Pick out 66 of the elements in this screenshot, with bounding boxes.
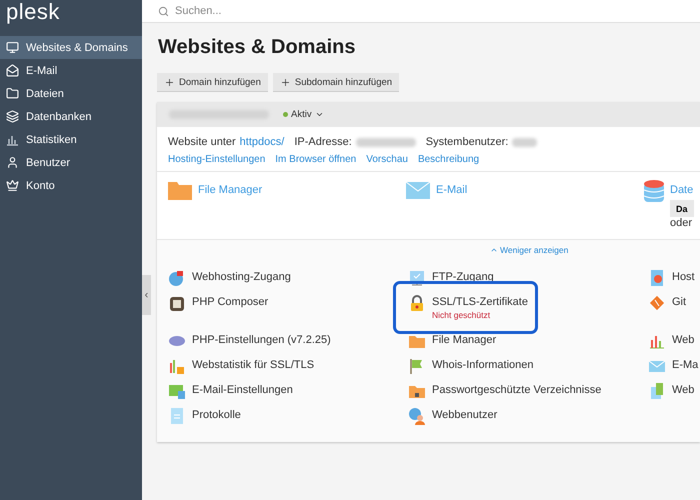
folder-icon (168, 180, 192, 200)
collapse-handle[interactable]: ‹ (142, 275, 151, 315)
sidebar-item[interactable]: Websites & Domains (0, 36, 142, 59)
logo: plesk (5, 0, 61, 26)
document-icon (648, 382, 666, 400)
add-button[interactable]: Domain hinzufügen (157, 73, 268, 92)
status-dropdown[interactable]: Aktiv (283, 109, 324, 120)
tool-link[interactable]: Webhosting-Zugang (192, 271, 291, 283)
monitor-icon (408, 269, 426, 287)
tool-link[interactable]: Passwortgeschützte Verzeichnisse (432, 384, 602, 396)
tool-link[interactable]: Host (672, 271, 695, 283)
info-label: Website unter (168, 136, 236, 148)
tool-link[interactable]: Webstatistik für SSL/TLS (192, 359, 314, 371)
tool-link[interactable]: SSL/TLS-Zertifikate (432, 296, 528, 308)
search-icon (158, 6, 169, 16)
tool-link[interactable]: Whois-Informationen (432, 359, 534, 371)
blurred-value (356, 138, 416, 146)
info-label: Systembenutzer: (426, 136, 508, 148)
database-button[interactable]: Da (670, 200, 694, 217)
tool-link[interactable]: PHP Composer (192, 296, 268, 308)
tool-link[interactable]: Protokolle (192, 409, 241, 421)
database-icon (644, 180, 664, 204)
warning-text: Nicht geschützt (432, 310, 492, 320)
tool-link[interactable]: Web (672, 384, 694, 396)
tool-link[interactable]: E-Ma (672, 359, 698, 371)
sidebar-item[interactable]: Konto (0, 174, 142, 197)
bar-chart-icon (168, 357, 186, 375)
info-label: IP-Adresse: (294, 136, 352, 148)
tool-link[interactable]: Webbenutzer (432, 409, 498, 421)
action-link[interactable]: Im Browser öffnen (275, 154, 356, 165)
sidebar-item[interactable]: Benutzer (0, 151, 142, 174)
search-field[interactable]: Suchen... (142, 0, 700, 23)
plus-icon (164, 76, 175, 88)
docroot-link[interactable]: httpdocs/ (240, 136, 284, 148)
sidebar-item[interactable]: Dateien (0, 82, 142, 105)
tool-link[interactable]: FTP-Zugang (432, 271, 494, 283)
tool-link[interactable]: E-Mail-Einstellungen (192, 384, 293, 396)
document-icon (168, 407, 186, 425)
page-title: Websites & Domains (158, 36, 356, 59)
folder-icon (6, 87, 19, 100)
layers-icon (6, 110, 19, 123)
note-text: oder (670, 217, 694, 229)
caret-icon (314, 110, 324, 119)
crown-icon (6, 179, 19, 192)
bar-chart-icon (6, 133, 19, 146)
tool-link[interactable]: Git (672, 296, 686, 308)
monitor-icon (6, 41, 19, 54)
tool-link[interactable]: File Manager (432, 334, 496, 346)
user-globe-icon (408, 407, 426, 425)
add-button[interactable]: Subdomain hinzufügen (272, 73, 400, 92)
tool-link[interactable]: Web (672, 334, 694, 346)
document-icon (648, 269, 666, 287)
blurred-value (512, 138, 538, 146)
globe-icon (168, 269, 186, 287)
user-icon (6, 156, 19, 169)
action-link[interactable]: Hosting-Einstellungen (168, 154, 266, 165)
plus-icon (280, 76, 291, 88)
sidebar-item[interactable]: Statistiken (0, 128, 142, 151)
show-less-link[interactable]: Weniger anzeigen (490, 245, 568, 255)
tool-link[interactable]: PHP-Einstellungen (v7.2.25) (192, 334, 331, 346)
padlock-icon (408, 294, 426, 312)
sidebar-item[interactable]: Datenbanken (0, 105, 142, 128)
action-link[interactable]: Beschreibung (418, 154, 480, 165)
sidebar-item[interactable]: E-Mail (0, 59, 142, 82)
action-link[interactable]: Vorschau (366, 154, 408, 165)
chevron-up-icon (490, 246, 498, 254)
